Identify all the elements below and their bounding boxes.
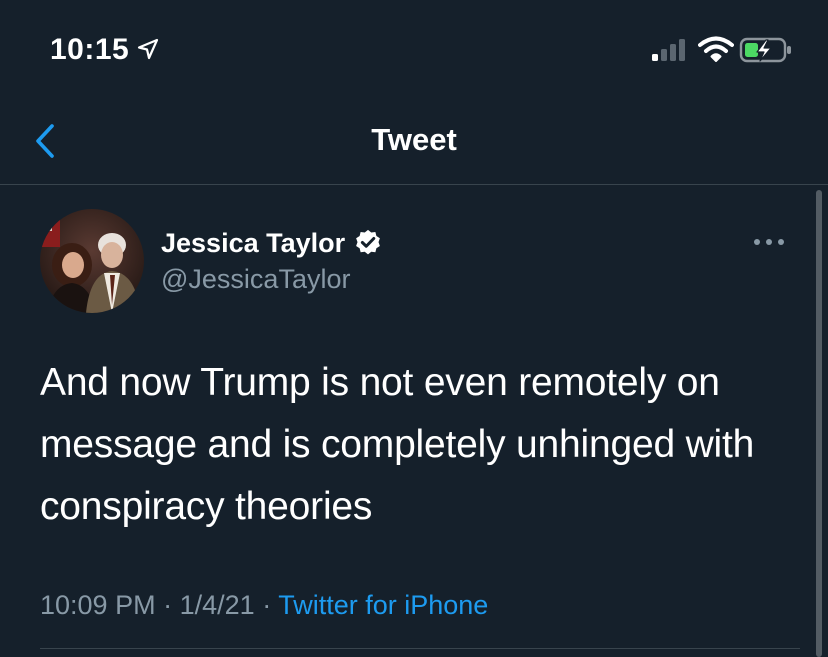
tweet-time: 10:09 PM	[40, 590, 156, 620]
meta-separator: ·	[262, 590, 272, 620]
avatar-photo	[40, 209, 144, 313]
meta-divider	[40, 648, 800, 649]
scrollbar[interactable]	[816, 190, 822, 657]
tweet-source-link[interactable]: Twitter for iPhone	[278, 590, 488, 620]
tweet-meta: 10:09 PM · 1/4/21 · Twitter for iPhone	[40, 585, 488, 625]
wifi-icon	[698, 36, 734, 62]
verified-badge-icon	[356, 229, 380, 255]
battery-charging-icon	[739, 37, 791, 63]
status-time: 10:15	[50, 33, 130, 66]
location-arrow-icon	[137, 38, 159, 60]
page-title: Tweet	[371, 122, 457, 157]
tweet-text: And now Trump is not even remotely on me…	[40, 361, 755, 528]
tweet-date: 1/4/21	[179, 590, 255, 620]
header-divider	[0, 184, 828, 185]
author-name: Jessica Taylor	[161, 228, 346, 258]
cellular-signal-icon	[652, 39, 685, 61]
meta-separator: ·	[163, 590, 173, 620]
author-name-row[interactable]: Jessica Taylor	[161, 224, 383, 262]
navigation-bar: Tweet	[0, 100, 828, 184]
more-options-button[interactable]	[752, 232, 786, 252]
status-bar: 10:15	[0, 0, 828, 100]
avatar[interactable]	[40, 209, 144, 313]
author-handle[interactable]: @JessicaTaylor	[161, 260, 350, 298]
